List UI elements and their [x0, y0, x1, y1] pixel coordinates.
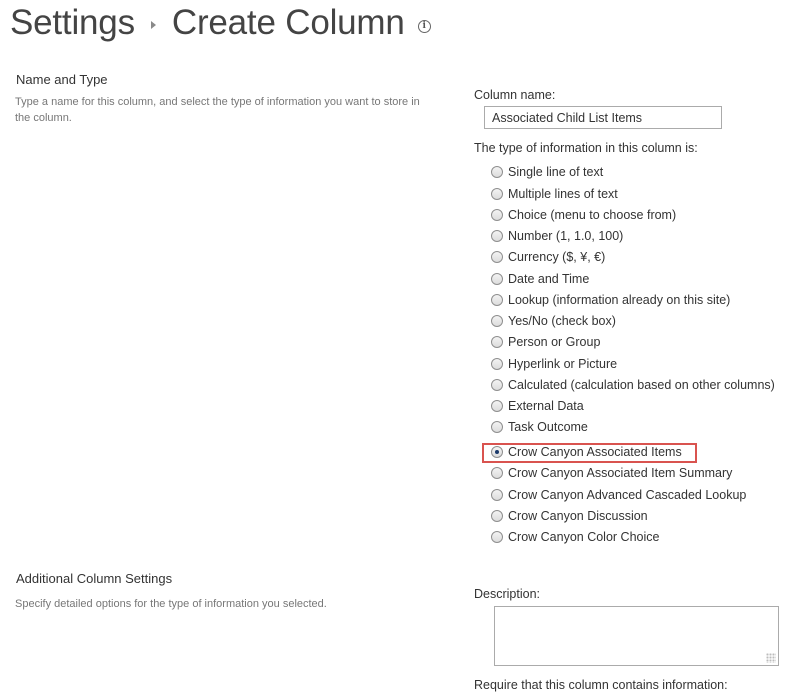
type-option[interactable]: Yes/No (check box) — [491, 311, 616, 331]
type-option[interactable]: Date and Time — [491, 269, 589, 289]
type-option[interactable]: Choice (menu to choose from) — [491, 205, 676, 225]
type-option[interactable]: Number (1, 1.0, 100) — [491, 226, 623, 246]
type-option[interactable]: Multiple lines of text — [491, 184, 618, 204]
type-option-label: Lookup (information already on this site… — [508, 293, 731, 307]
type-option[interactable]: Calculated (calculation based on other c… — [491, 375, 775, 395]
radio-icon[interactable] — [491, 294, 503, 306]
radio-icon[interactable] — [491, 421, 503, 433]
type-option-label: Multiple lines of text — [508, 187, 618, 201]
radio-icon[interactable] — [491, 188, 503, 200]
type-option-label: Number (1, 1.0, 100) — [508, 229, 624, 243]
selection-highlight-box — [482, 443, 697, 463]
type-option-label: Choice (menu to choose from) — [508, 208, 677, 222]
info-icon[interactable]: i — [417, 19, 431, 33]
radio-icon[interactable] — [491, 251, 503, 263]
radio-icon[interactable] — [491, 467, 503, 479]
type-option[interactable]: External Data — [491, 396, 584, 416]
type-label: The type of information in this column i… — [474, 141, 698, 155]
radio-icon[interactable] — [491, 315, 503, 327]
type-option-label: Date and Time — [508, 272, 590, 286]
radio-icon[interactable] — [491, 358, 503, 370]
resize-grip-icon[interactable] — [766, 653, 776, 663]
breadcrumb-separator-icon — [150, 21, 156, 29]
page-title-text: Create Column — [171, 3, 405, 42]
type-option[interactable]: Crow Canyon Advanced Cascaded Lookup — [491, 485, 746, 505]
type-option[interactable]: Currency ($, ¥, €) — [491, 247, 605, 267]
radio-icon[interactable] — [491, 209, 503, 221]
type-option-label: Calculated (calculation based on other c… — [508, 378, 775, 392]
type-option-label: Crow Canyon Discussion — [508, 509, 648, 523]
type-option-label: Currency ($, ¥, €) — [508, 250, 606, 264]
section-title-name-and-type: Name and Type — [16, 72, 108, 87]
type-option-label: External Data — [508, 399, 584, 413]
type-option[interactable]: Crow Canyon Associated Item Summary — [491, 463, 732, 483]
section-title-additional-settings: Additional Column Settings — [16, 571, 173, 586]
type-option-label: Hyperlink or Picture — [508, 357, 618, 371]
description-label: Description: — [474, 587, 540, 601]
type-option-label: Yes/No (check box) — [508, 314, 616, 328]
type-option[interactable]: Person or Group — [491, 332, 600, 352]
type-option-label: Crow Canyon Color Choice — [508, 530, 660, 544]
type-option[interactable]: Task Outcome — [491, 417, 588, 437]
column-name-label: Column name: — [474, 88, 556, 102]
type-option-label: Crow Canyon Associated Item Summary — [508, 466, 733, 480]
type-option-label: Single line of text — [508, 165, 604, 179]
column-name-input[interactable] — [484, 106, 722, 129]
type-option-label: Task Outcome — [508, 420, 588, 434]
description-textarea[interactable] — [494, 606, 779, 666]
section-description-name-and-type: Type a name for this column, and select … — [15, 96, 420, 124]
radio-icon[interactable] — [491, 230, 503, 242]
radio-icon[interactable] — [491, 510, 503, 522]
radio-icon[interactable] — [491, 273, 503, 285]
radio-icon[interactable] — [491, 531, 503, 543]
type-option[interactable]: Lookup (information already on this site… — [491, 290, 730, 310]
type-option-label: Person or Group — [508, 335, 601, 349]
page-title: Settings Create Column i — [10, 0, 431, 46]
radio-icon[interactable] — [491, 400, 503, 412]
require-label: Require that this column contains inform… — [474, 678, 728, 692]
type-option[interactable]: Crow Canyon Discussion — [491, 506, 648, 526]
type-option[interactable]: Hyperlink or Picture — [491, 354, 617, 374]
radio-icon[interactable] — [491, 489, 503, 501]
type-option[interactable]: Single line of text — [491, 162, 603, 182]
type-option-label: Crow Canyon Advanced Cascaded Lookup — [508, 488, 747, 502]
breadcrumb-settings-link[interactable]: Settings — [10, 3, 135, 43]
radio-icon[interactable] — [491, 166, 503, 178]
radio-icon[interactable] — [491, 379, 503, 391]
type-option[interactable]: Crow Canyon Color Choice — [491, 527, 659, 547]
radio-icon[interactable] — [491, 336, 503, 348]
section-description-additional-settings: Specify detailed options for the type of… — [15, 598, 327, 610]
